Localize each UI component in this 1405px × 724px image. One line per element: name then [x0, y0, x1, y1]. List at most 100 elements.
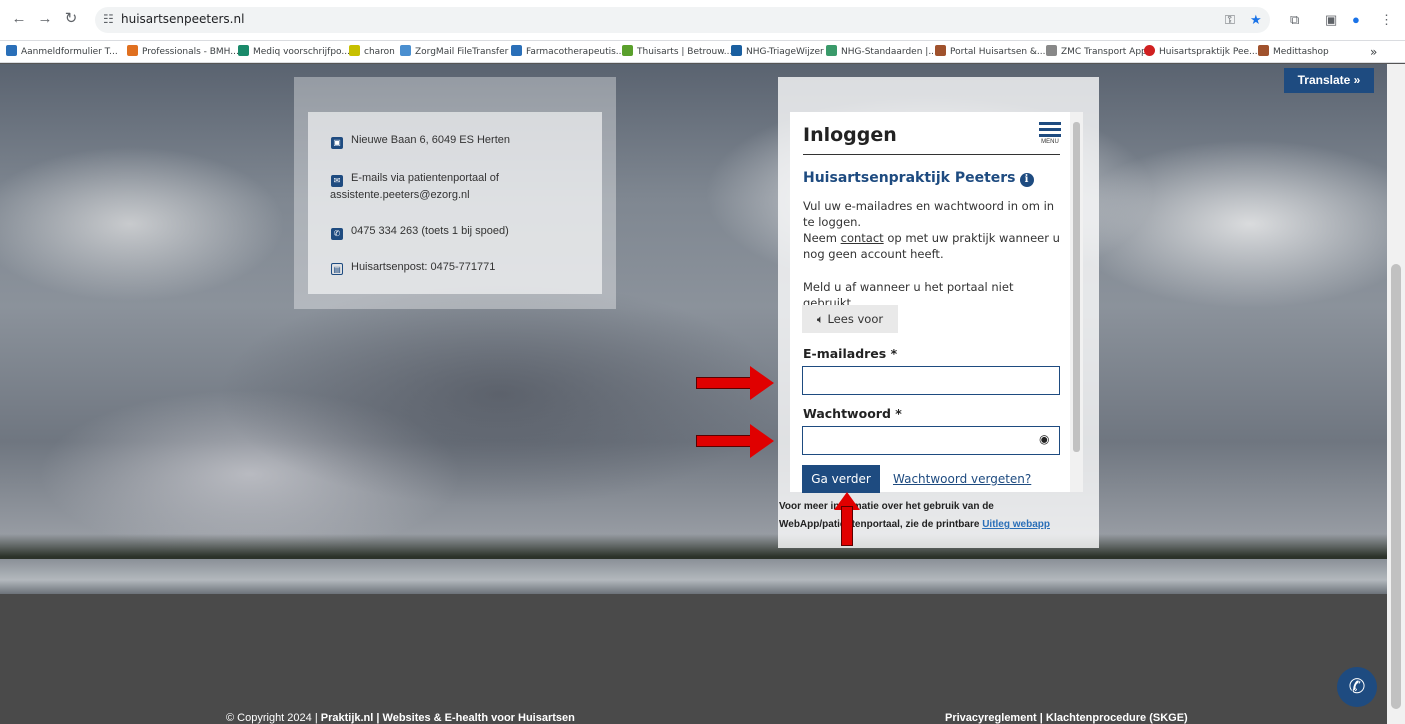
red-arrow-submit-icon — [834, 492, 860, 552]
bookmark-label: NHG-TriageWijzer — [746, 47, 824, 57]
arrow-shaft — [841, 506, 853, 546]
bookmark-favicon-icon — [622, 45, 633, 56]
title-divider — [803, 154, 1060, 155]
bookmark-favicon-icon — [935, 45, 946, 56]
browser-menu-icon[interactable]: ⋮ — [1380, 12, 1393, 28]
background-sky-image — [0, 64, 1387, 604]
forgot-password-link[interactable]: Wachtwoord vergeten? — [893, 472, 1031, 486]
hamburger-icon-bar — [1039, 134, 1061, 137]
bookmark-label: Farmacotherapeutis... — [526, 47, 625, 57]
bookmark-label: ZMC Transport App — [1061, 47, 1147, 57]
bookmark-item[interactable]: Portal Huisartsen &... — [935, 44, 1046, 60]
bookmark-favicon-icon — [349, 45, 360, 56]
login-title: Inloggen — [803, 124, 897, 146]
bookmark-favicon-icon — [238, 45, 249, 56]
bookmark-label: Aanmeldformulier T... — [21, 47, 118, 57]
nav-row: ← → ↻ ☷ huisartsenpeeters.nl ⚿ ★ ⧉ ▣ ● ⋮ — [0, 4, 1405, 34]
password-key-icon[interactable]: ⚿ — [1225, 12, 1235, 28]
phone-text: 0475 334 263 (toets 1 bij spoed) — [351, 225, 509, 237]
browser-toolbar: ← → ↻ ☷ huisartsenpeeters.nl ⚿ ★ ⧉ ▣ ● ⋮ — [0, 0, 1405, 41]
bookmark-label: Mediq voorschrijfpo... — [253, 47, 350, 57]
call-button-phone-icon[interactable]: ✆ — [1337, 667, 1377, 707]
address-bar[interactable]: ☷ huisartsenpeeters.nl — [95, 7, 1270, 33]
copyright-link[interactable]: Praktijk.nl | Websites & E-health voor H… — [321, 712, 575, 724]
bookmark-favicon-icon — [511, 45, 522, 56]
bookmark-item[interactable]: Thuisarts | Betrouw... — [622, 44, 732, 60]
bookmark-item[interactable]: NHG-Standaarden |... — [826, 44, 937, 60]
bookmark-item[interactable]: charon — [349, 44, 395, 60]
arrow-shaft — [696, 377, 752, 389]
extensions-icon[interactable]: ⧉ — [1290, 12, 1299, 28]
menu-label: MENU — [1041, 139, 1059, 145]
read-aloud-button[interactable]: 🔈︎ Lees voor — [802, 305, 898, 333]
email-address-text: assistente.peeters@ezorg.nl — [330, 189, 470, 201]
copyright-text: © Copyright 2024 | — [226, 712, 321, 724]
profile-icon[interactable]: ● — [1352, 12, 1360, 27]
practice-name: Huisartsenpraktijk Peeters i — [803, 170, 1034, 187]
bookmarks-overflow-icon[interactable]: » — [1370, 44, 1377, 60]
footer-copyright: © Copyright 2024 | Praktijk.nl | Website… — [226, 712, 575, 724]
read-aloud-label: Lees voor — [827, 312, 884, 326]
bookmark-item[interactable]: Aanmeldformulier T... — [6, 44, 118, 60]
footer — [0, 594, 1387, 724]
submit-button[interactable]: Ga verder — [802, 465, 880, 493]
bookmark-label: Huisartspraktijk Pee... — [1159, 47, 1258, 57]
contact-phone: ✆ 0475 334 263 (toets 1 bij spoed) — [331, 225, 509, 240]
bookmark-favicon-icon — [1144, 45, 1155, 56]
email-text-line1: E-mails via patientenportaal of — [351, 172, 499, 184]
page-scrollbar[interactable] — [1387, 64, 1405, 724]
address-card-icon: ▣ — [331, 137, 343, 149]
password-input[interactable] — [802, 426, 1060, 455]
bookmarks-bar: Aanmeldformulier T... Professionals - BM… — [0, 41, 1405, 63]
red-arrow-password-icon — [696, 424, 776, 458]
bookmark-favicon-icon — [6, 45, 17, 56]
translate-button[interactable]: Translate » — [1284, 68, 1374, 93]
back-icon[interactable]: ← — [8, 8, 30, 30]
footer-links[interactable]: Privacyreglement | Klachtenprocedure (SK… — [945, 712, 1188, 724]
bookmark-item[interactable]: ZMC Transport App — [1046, 44, 1147, 60]
bookmark-label: ZorgMail FileTransfer — [415, 47, 509, 57]
practice-name-text: Huisartsenpraktijk Peeters — [803, 170, 1016, 186]
bookmark-label: Portal Huisartsen &... — [950, 47, 1046, 57]
contact-address: ▣ Nieuwe Baan 6, 6049 ES Herten — [331, 134, 510, 149]
bookmark-item[interactable]: NHG-TriageWijzer — [731, 44, 824, 60]
arrow-head — [750, 424, 774, 458]
bookmark-item[interactable]: Mediq voorschrijfpo... — [238, 44, 350, 60]
bookmark-item[interactable]: Huisartspraktijk Pee... — [1144, 44, 1258, 60]
bookmark-item[interactable]: Farmacotherapeutis... — [511, 44, 624, 60]
more-info-line1: Voor meer informatie over het gebruik va… — [779, 501, 994, 512]
forward-icon[interactable]: → — [34, 8, 56, 30]
bookmark-item[interactable]: Medittashop — [1258, 44, 1329, 60]
password-label: Wachtwoord * — [803, 406, 902, 421]
building-icon: ▤ — [331, 263, 343, 275]
speaker-icon: 🔈︎ — [816, 312, 824, 326]
bookmark-label: charon — [364, 47, 395, 57]
info-icon[interactable]: i — [1019, 173, 1034, 187]
menu-button[interactable]: MENU — [1037, 119, 1063, 149]
bookmark-favicon-icon — [1046, 45, 1057, 56]
hamburger-icon-bar — [1039, 128, 1061, 131]
bookmark-item[interactable]: ZorgMail FileTransfer — [400, 44, 508, 60]
phone-icon: ✆ — [331, 228, 343, 240]
bookmark-label: Medittashop — [1273, 47, 1329, 57]
intro-text: Vul uw e-mailadres en wachtwoord in om i… — [803, 199, 1055, 229]
uitleg-webapp-link[interactable]: Uitleg webapp — [982, 519, 1050, 530]
site-settings-icon[interactable]: ☷ — [103, 12, 114, 26]
login-scrollbar[interactable] — [1070, 112, 1083, 492]
page-scrollbar-thumb[interactable] — [1391, 264, 1401, 709]
more-info-line2: WebApp/patiëntenportaal, zie de printbar… — [779, 519, 983, 530]
bookmark-favicon-icon — [400, 45, 411, 56]
hamburger-icon — [1039, 122, 1061, 125]
reload-icon[interactable]: ↻ — [60, 8, 82, 30]
bookmark-star-icon[interactable]: ★ — [1250, 12, 1262, 28]
login-intro: Vul uw e-mailadres en wachtwoord in om i… — [803, 198, 1065, 262]
show-password-eye-icon[interactable]: ◉ — [1039, 432, 1049, 446]
login-scrollbar-thumb[interactable] — [1073, 122, 1080, 452]
side-panel-icon[interactable]: ▣ — [1325, 12, 1337, 28]
background-lake — [0, 559, 1387, 594]
email-input[interactable] — [802, 366, 1060, 395]
bookmark-label: Professionals - BMH... — [142, 47, 239, 57]
contact-link[interactable]: contact — [841, 231, 884, 245]
bookmark-item[interactable]: Professionals - BMH... — [127, 44, 239, 60]
arrow-head — [750, 366, 774, 400]
